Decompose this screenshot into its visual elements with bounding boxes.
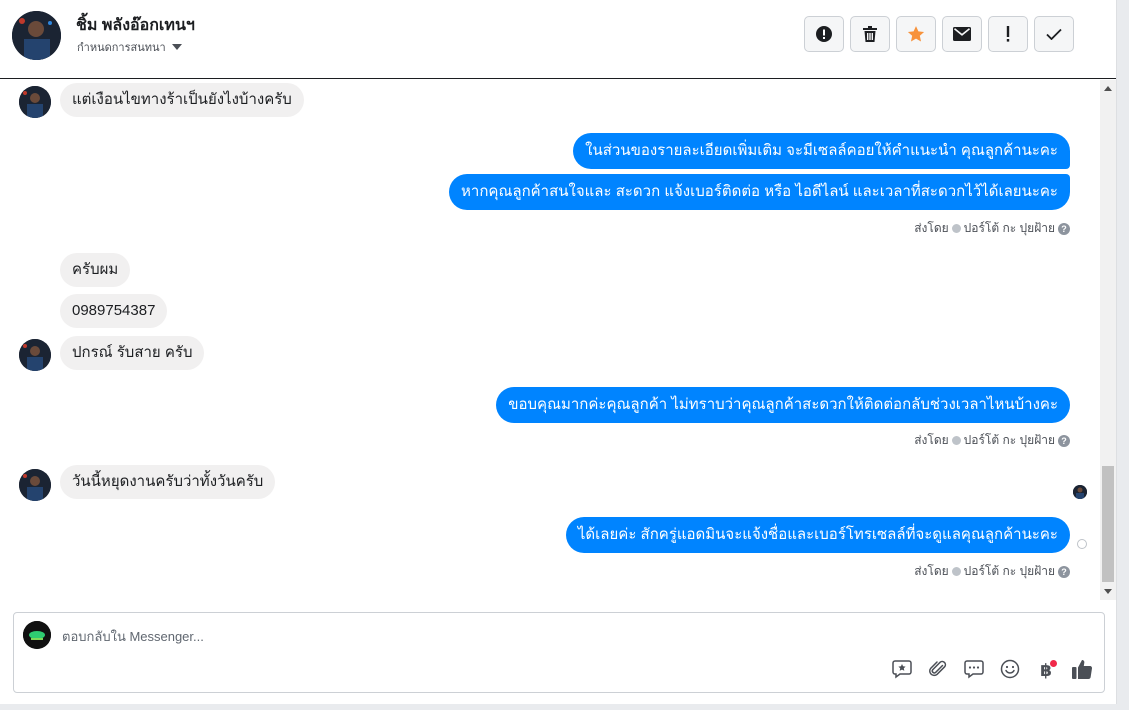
verified-dot-icon (951, 224, 961, 233)
alert-circle-icon (816, 26, 832, 42)
send-like-button[interactable] (1070, 659, 1094, 683)
mark-unread-button[interactable] (942, 16, 982, 52)
incoming-message: 0989754387 (60, 294, 168, 328)
reply-composer: ฿ (13, 612, 1105, 693)
contact-avatar-small (19, 339, 51, 371)
attach-file-button[interactable] (926, 659, 950, 683)
verified-dot-icon (951, 567, 961, 576)
incoming-message: ครับผม (60, 253, 131, 287)
outgoing-message: ขอบคุณมากค่ะคุณลูกค้า ไม่ทราบว่าคุณลูกค้… (496, 387, 1070, 423)
smiley-icon (1000, 659, 1020, 684)
contact-avatar-small (19, 86, 51, 118)
paperclip-icon (928, 659, 948, 684)
message-list: แต่เงือนไขทางร้าเป็นยังไงบ้างครับ ในส่วน… (0, 80, 1100, 600)
scroll-up-arrow-icon[interactable] (1104, 86, 1112, 91)
saved-reply-icon (892, 659, 912, 684)
exclamation-icon (1006, 26, 1010, 42)
conversation-header: ชิ้ม พลังอ๊อกเทนฯ กำหนดการสนทนา (0, 0, 1116, 79)
envelope-icon (953, 27, 971, 41)
mark-spam-button[interactable] (804, 16, 844, 52)
star-button[interactable] (896, 16, 936, 52)
mark-done-button[interactable] (1034, 16, 1074, 52)
outgoing-message: ได้เลยค่ะ สักครู่แอดมินจะแจ้งชื่อและเบอร… (565, 517, 1070, 553)
outgoing-message: ในส่วนของรายละเอียดเพิ่มเติม จะมีเซลล์คอ… (573, 133, 1070, 169)
composer-actions: ฿ (890, 659, 1094, 683)
chat-bubble-icon (964, 659, 984, 684)
assign-conversation-label: กำหนดการสนทนา (77, 42, 166, 54)
check-icon (1046, 28, 1062, 40)
trash-icon (863, 26, 877, 42)
scroll-down-arrow-icon[interactable] (1104, 589, 1112, 594)
thumbs-up-icon (1071, 658, 1093, 685)
quick-reply-button[interactable] (962, 659, 986, 683)
conversation-panel: ชิ้ม พลังอ๊อกเทนฯ กำหนดการสนทนา แต่เงือน… (0, 0, 1117, 704)
help-icon[interactable]: ? (1058, 565, 1070, 578)
follow-up-button[interactable] (988, 16, 1028, 52)
outgoing-message: หากคุณลูกค้าสนใจและ สะดวก แจ้งเบอร์ติดต่… (449, 174, 1070, 210)
incoming-message: วันนี้หยุดงานครับว่าทั้งวันครับ (60, 465, 276, 499)
sent-status-icon (1077, 539, 1087, 549)
sent-by-label: ส่งโดย ปอร์โต้ กะ ปุยฝ้าย ? (914, 431, 1070, 450)
page-avatar (23, 621, 51, 649)
help-icon[interactable]: ? (1058, 222, 1070, 235)
payment-button[interactable]: ฿ (1034, 659, 1058, 683)
message-scrollbar[interactable] (1100, 80, 1116, 600)
notification-dot (1050, 660, 1057, 667)
header-toolbar (804, 16, 1074, 52)
contact-avatar-small (19, 469, 51, 501)
incoming-message: แต่เงือนไขทางร้าเป็นยังไงบ้างครับ (60, 83, 304, 117)
contact-name: ชิ้ม พลังอ๊อกเทนฯ (76, 17, 195, 34)
scrollbar-thumb[interactable] (1102, 466, 1114, 582)
sent-by-label: ส่งโดย ปอร์โต้ กะ ปุยฝ้าย ? (914, 562, 1070, 581)
star-icon (907, 25, 925, 43)
emoji-button[interactable] (998, 659, 1022, 683)
sent-by-label: ส่งโดย ปอร์โต้ กะ ปุยฝ้าย ? (914, 219, 1070, 238)
caret-down-icon (171, 44, 182, 50)
saved-reply-button[interactable] (890, 659, 914, 683)
assign-conversation-dropdown[interactable]: กำหนดการสนทนา (77, 38, 182, 56)
delete-button[interactable] (850, 16, 890, 52)
reply-input[interactable] (62, 626, 962, 646)
help-icon[interactable]: ? (1058, 434, 1070, 447)
contact-avatar[interactable] (12, 11, 61, 60)
verified-dot-icon (951, 436, 961, 445)
incoming-message: ปกรณ์ รับสาย ครับ (60, 336, 205, 370)
seen-avatar (1073, 485, 1087, 499)
